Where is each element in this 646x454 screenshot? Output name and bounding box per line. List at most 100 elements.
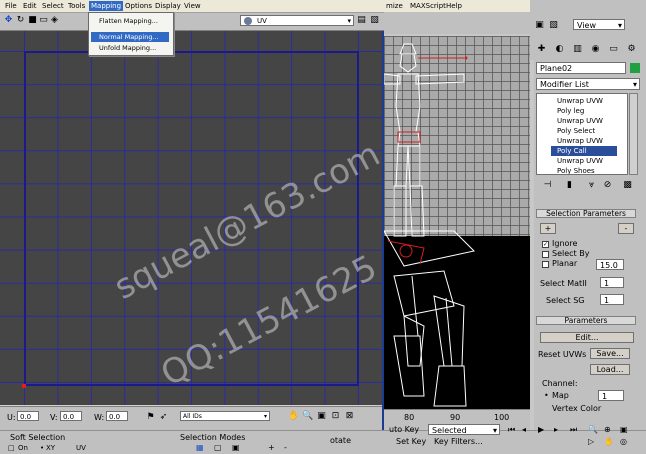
- motion-tab-icon[interactable]: ◉: [590, 44, 601, 55]
- select-sg-field[interactable]: 1: [600, 294, 624, 305]
- face-mode-icon[interactable]: ▣: [232, 443, 240, 452]
- configure-sets-icon[interactable]: ▩: [622, 180, 633, 191]
- select-by-checkbox[interactable]: [542, 251, 549, 258]
- menu-customize[interactable]: mize: [384, 1, 405, 11]
- map-radio-icon[interactable]: •: [544, 391, 549, 400]
- selection-parameters-rollout[interactable]: Selection Parameters: [536, 209, 636, 218]
- rotate-icon[interactable]: ↻: [15, 15, 26, 26]
- v-field[interactable]: 0.0: [60, 411, 82, 421]
- stack-item[interactable]: Poly Shoes: [551, 166, 617, 174]
- menu-help[interactable]: Help: [444, 1, 464, 11]
- menu-item-unfold-mapping[interactable]: Unfold Mapping...: [91, 43, 169, 53]
- texture-icon[interactable]: ▧: [369, 15, 380, 26]
- zoom-viewport-icon[interactable]: 🔍: [588, 425, 598, 434]
- pin-stack-icon[interactable]: ⊣: [542, 180, 553, 191]
- auto-key-button[interactable]: uto Key: [389, 425, 419, 434]
- arc-rotate-icon[interactable]: ◎: [620, 437, 627, 446]
- stack-scrollbar[interactable]: [629, 93, 638, 175]
- key-filters-button[interactable]: Key Filters...: [434, 437, 483, 446]
- save-button[interactable]: Save...: [590, 348, 630, 359]
- shrink-selection-icon[interactable]: -: [284, 443, 287, 452]
- pan-view-icon[interactable]: ✋: [604, 437, 614, 446]
- stack-item[interactable]: Poly Select: [551, 126, 617, 136]
- stack-item[interactable]: Unwrap UVW: [551, 96, 617, 106]
- uv-map-dropdown[interactable]: UV ▾: [240, 15, 354, 26]
- create-tab-icon[interactable]: ✚: [536, 44, 547, 55]
- id-filter-dropdown[interactable]: All IDs ▾: [180, 411, 270, 421]
- scale-icon[interactable]: ■: [27, 15, 38, 26]
- contract-selection-button[interactable]: -: [618, 223, 634, 234]
- stack-item[interactable]: Unwrap UVW: [551, 116, 617, 126]
- select-matid-field[interactable]: 1: [600, 277, 624, 288]
- menu-file[interactable]: File: [3, 1, 19, 11]
- select-matid-button[interactable]: Select MatII: [540, 279, 587, 288]
- w-field[interactable]: 0.0: [106, 411, 128, 421]
- modifier-list-dropdown[interactable]: Modifier List ▾: [536, 78, 640, 90]
- show-end-result-icon[interactable]: ▮: [564, 180, 575, 191]
- zoom-extents-all-icon[interactable]: ▣: [620, 425, 628, 434]
- fov-icon[interactable]: ▷: [588, 437, 594, 446]
- utilities-tab-icon[interactable]: ⚙: [626, 44, 637, 55]
- planar-checkbox[interactable]: [542, 261, 549, 268]
- viewport-tool-icon[interactable]: ▧: [548, 20, 559, 31]
- object-color-swatch[interactable]: [630, 63, 640, 73]
- menu-item-normal-mapping[interactable]: Normal Mapping...: [91, 32, 169, 42]
- 3d-viewport[interactable]: [384, 36, 530, 409]
- mirror-icon[interactable]: ◈: [49, 15, 60, 26]
- edge-mode-icon[interactable]: ▢: [214, 443, 222, 452]
- u-field[interactable]: 0.0: [17, 411, 39, 421]
- uv-canvas[interactable]: squeal@163.com QQ:11541625: [0, 31, 382, 405]
- menu-edit[interactable]: Edit: [21, 1, 39, 11]
- vertex-mode-icon[interactable]: ▦: [196, 443, 204, 452]
- move-icon[interactable]: ✥: [3, 15, 14, 26]
- stack-item[interactable]: Unwrap UVW: [551, 136, 617, 146]
- stack-item[interactable]: Unwrap UVW: [551, 156, 617, 166]
- grow-selection-icon[interactable]: +: [268, 443, 275, 452]
- stack-item[interactable]: Poly leg: [551, 106, 617, 116]
- rotate-button[interactable]: otate: [330, 436, 351, 445]
- reset-uvws-button[interactable]: Reset UVWs: [538, 350, 586, 359]
- select-sg-button[interactable]: Select SG: [546, 296, 585, 305]
- freeform-icon[interactable]: ▭: [38, 15, 49, 26]
- menu-display[interactable]: Display: [153, 1, 183, 11]
- options-icon[interactable]: ▤: [356, 15, 367, 26]
- zoom-region-icon[interactable]: ▣: [316, 411, 327, 422]
- zoom-extents-icon[interactable]: ⊡: [330, 411, 341, 422]
- parameters-rollout[interactable]: Parameters: [536, 316, 636, 325]
- goto-start-icon[interactable]: ⏮: [508, 425, 515, 435]
- hierarchy-tab-icon[interactable]: ▥: [572, 44, 583, 55]
- ignore-checkbox[interactable]: ✓: [542, 241, 549, 248]
- prev-frame-icon[interactable]: ◂: [522, 425, 526, 434]
- object-name-field[interactable]: Plane02: [536, 62, 626, 74]
- pan-hand-icon[interactable]: ✋: [288, 411, 299, 422]
- menu-options[interactable]: Options: [123, 1, 154, 11]
- menu-select[interactable]: Select: [40, 1, 66, 11]
- modify-tab-icon[interactable]: ◐: [554, 44, 565, 55]
- set-key-button[interactable]: Set Key: [396, 437, 426, 446]
- lock-icon[interactable]: ⚑: [145, 412, 156, 423]
- expand-selection-button[interactable]: +: [540, 223, 556, 234]
- menu-mapping[interactable]: Mapping: [89, 1, 124, 11]
- goto-end-icon[interactable]: ⏭: [570, 425, 577, 435]
- play-icon[interactable]: ▶: [538, 425, 544, 434]
- menu-maxscript[interactable]: MAXScript: [408, 1, 448, 11]
- edit-button[interactable]: Edit...: [540, 332, 634, 343]
- menu-tools[interactable]: Tools: [66, 1, 87, 11]
- menu-view[interactable]: View: [182, 1, 203, 11]
- zoom-all-icon[interactable]: ⊕: [604, 425, 611, 434]
- key-set-dropdown[interactable]: Selected ▾: [428, 424, 500, 435]
- menu-item-flatten-mapping[interactable]: Flatten Mapping...: [91, 16, 169, 26]
- map-channel-field[interactable]: 1: [598, 390, 624, 401]
- pin-icon[interactable]: ➶: [158, 412, 169, 423]
- xy-radio-icon[interactable]: •: [40, 444, 44, 452]
- make-unique-icon[interactable]: ⩔: [586, 180, 597, 191]
- viewport-layout-dropdown[interactable]: View ▾: [573, 19, 625, 30]
- snap-icon[interactable]: ⊠: [344, 411, 355, 422]
- viewport-tool-icon[interactable]: ▣: [534, 20, 545, 31]
- load-button[interactable]: Load...: [590, 364, 630, 375]
- remove-modifier-icon[interactable]: ⊘: [602, 180, 613, 191]
- stack-item-selected[interactable]: Poly Call: [551, 146, 617, 156]
- zoom-icon[interactable]: 🔍: [302, 411, 313, 422]
- display-tab-icon[interactable]: ▭: [608, 44, 619, 55]
- next-frame-icon[interactable]: ▸: [554, 425, 558, 434]
